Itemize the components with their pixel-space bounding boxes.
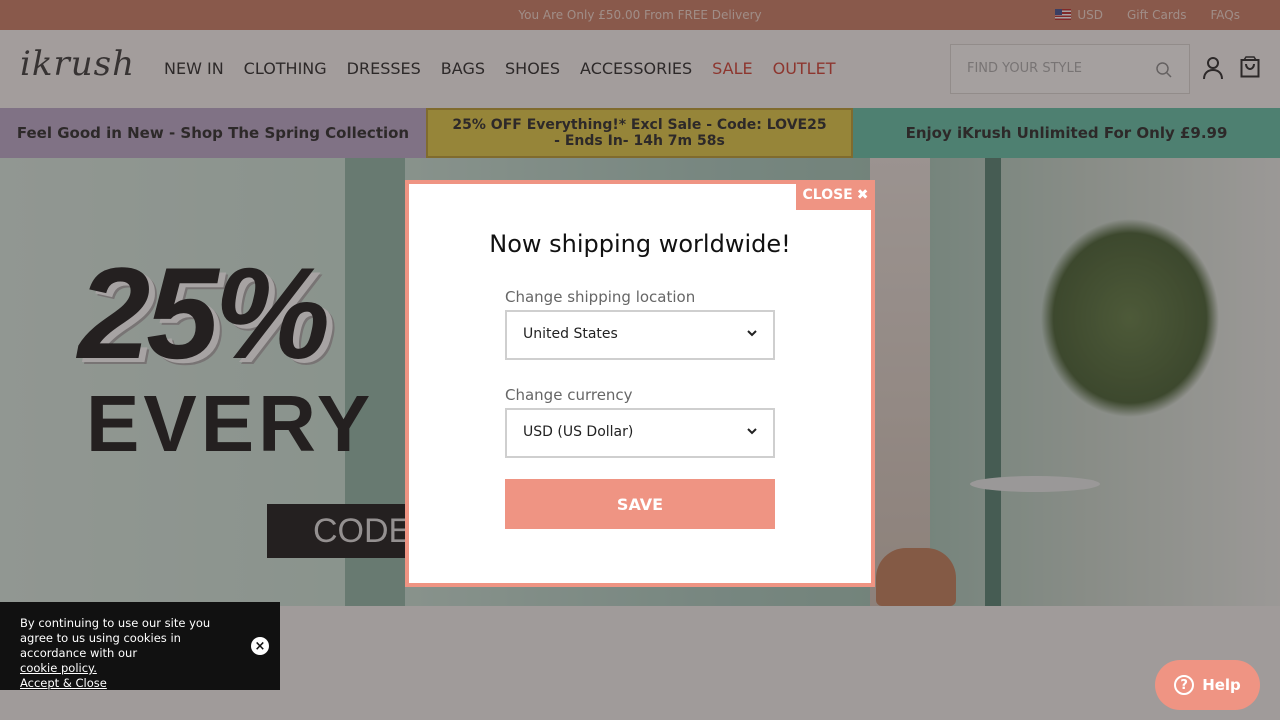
cookie-text: By continuing to use our site you agree … [20,616,211,660]
currency-select[interactable]: USD (US Dollar) [505,408,775,458]
chevron-down-icon [747,326,757,342]
cookie-banner: By continuing to use our site you agree … [0,602,280,690]
close-label: CLOSE [802,187,853,203]
shipping-location-select[interactable]: United States [505,310,775,360]
modal-title: Now shipping worldwide! [489,230,791,258]
currency-label-text: Change currency [505,386,633,404]
accept-close-link[interactable]: Accept & Close [20,676,230,691]
cookie-policy-link[interactable]: cookie policy. [20,661,230,676]
currency-value: USD (US Dollar) [523,424,634,440]
help-label: Help [1202,676,1241,694]
modal-close-button[interactable]: CLOSE ✖ [796,180,875,210]
question-icon: ? [1174,675,1195,695]
shipping-modal: CLOSE ✖ Now shipping worldwide! Change s… [405,180,875,587]
cookie-close-icon[interactable]: × [251,637,269,655]
close-icon: ✖ [856,187,869,203]
shipping-location-value: United States [523,326,618,342]
chevron-down-icon [747,424,757,440]
help-button[interactable]: ? Help [1155,660,1260,710]
save-button[interactable]: SAVE [505,479,775,529]
shipping-location-label: Change shipping location [505,288,696,306]
